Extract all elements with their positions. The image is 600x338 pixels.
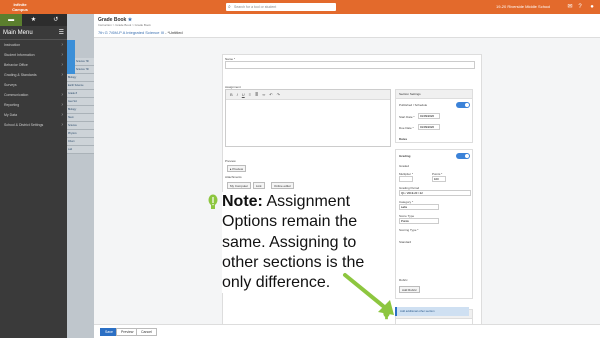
- attach-computer-button[interactable]: My Computer: [227, 182, 252, 189]
- cancel-button[interactable]: Cancel: [136, 328, 157, 336]
- grading-label: Grading: [399, 154, 411, 158]
- sidebar-tabs: ▬ ★ ↺: [0, 14, 67, 26]
- scoring-type-label: Scoring Type *: [399, 228, 419, 232]
- list-item[interactable]: Grade 8: [67, 90, 94, 98]
- standard-label: Standard: [399, 240, 412, 244]
- align-icon[interactable]: ≣: [255, 92, 258, 97]
- underline-icon[interactable]: U: [242, 92, 245, 97]
- attach-link-button[interactable]: Link: [253, 182, 265, 189]
- list-item[interactable]: Chem: [67, 138, 94, 146]
- published-label: Published / Schedule: [399, 103, 428, 107]
- published-toggle[interactable]: [456, 102, 470, 108]
- multiplier-input[interactable]: [399, 176, 413, 182]
- due-date-input[interactable]: 01/09/2020: [418, 124, 440, 130]
- link-icon[interactable]: ∞: [262, 92, 265, 97]
- sidebar: ▬ ★ ↺ Main Menu ☰ Instruction Student In…: [0, 14, 67, 338]
- list-item[interactable]: Earth Science: [67, 82, 94, 90]
- arrow-icon: [343, 273, 394, 315]
- campus-logo[interactable]: Infinite Campus: [6, 2, 34, 12]
- top-bar: Infinite Campus ⌕ Search for a tool or s…: [0, 0, 600, 14]
- sidebar-item-communication[interactable]: Communication: [0, 90, 67, 100]
- list-item[interactable]: Science 7th: [75, 66, 94, 74]
- section-list-panel: Science 7th Science 7th Biology Earth Sc…: [67, 14, 94, 338]
- list-item[interactable]: Geo Sci: [67, 98, 94, 106]
- help-icon[interactable]: ?: [576, 2, 584, 12]
- list-item[interactable]: Biology: [67, 74, 94, 82]
- sidebar-item-reporting[interactable]: Reporting: [0, 100, 67, 110]
- folder-icon[interactable]: ▬: [0, 14, 23, 26]
- search-placeholder: Search for a tool or student: [234, 5, 277, 9]
- bold-icon[interactable]: B: [230, 92, 233, 97]
- start-date-label: Start Date *: [399, 115, 415, 119]
- score-type-select[interactable]: Points: [399, 218, 439, 224]
- footer-bar: Save Preview Cancel: [94, 324, 600, 338]
- section-settings-card: Section Settings Published / Schedule St…: [395, 89, 473, 143]
- list-item[interactable]: Lab: [67, 146, 94, 154]
- lightbulb-small-icon: [383, 310, 390, 320]
- sidebar-item-student-information[interactable]: Student Information: [0, 50, 67, 60]
- section-title: 7th G 7/6M-P A Integrated Science III - …: [98, 30, 183, 35]
- preview-button[interactable]: ▸ Preview: [227, 165, 247, 172]
- list-item[interactable]: Science: [67, 122, 94, 130]
- history-icon[interactable]: ↺: [45, 14, 67, 26]
- preview-label: Preview: [225, 159, 236, 163]
- search-icon: ⌕: [228, 4, 231, 10]
- school-name[interactable]: 19-20 Riverside Middle School: [496, 3, 550, 11]
- undo-icon[interactable]: ↶: [269, 92, 272, 97]
- grading-period-select[interactable]: Q1 / 2019-20 / 22: [399, 190, 471, 196]
- attachments-label: Attachments: [225, 175, 242, 179]
- breadcrumb: Instruction > Grade Book > Grade Book: [98, 23, 151, 27]
- main-menu-title: Main Menu: [3, 29, 33, 36]
- global-search-input[interactable]: ⌕ Search for a tool or student: [226, 3, 336, 11]
- name-input[interactable]: [225, 61, 475, 69]
- assignment-untitled: - *Untitled: [163, 30, 183, 35]
- menu-list-icon[interactable]: ☰: [59, 29, 64, 36]
- star-icon[interactable]: ★: [22, 14, 44, 26]
- section-name[interactable]: 7th G 7/6M-P A Integrated Science III: [98, 30, 164, 35]
- editor-toolbar: B I U ≡ ≣ ∞ ↶ ↷: [226, 90, 390, 100]
- list-item[interactable]: Stem: [67, 114, 94, 122]
- points-input[interactable]: 100: [432, 176, 446, 182]
- assignment-editor[interactable]: B I U ≡ ≣ ∞ ↶ ↷: [225, 89, 391, 147]
- main-menu-header: Main Menu ☰: [0, 26, 67, 40]
- graded-label: Graded: [399, 164, 410, 168]
- sidebar-item-my-data[interactable]: My Data: [0, 110, 67, 120]
- attach-editor-button[interactable]: Online editor: [271, 182, 295, 189]
- sidebar-item-grading[interactable]: Grading & Standards: [0, 70, 67, 80]
- category-select[interactable]: Labs: [399, 204, 439, 210]
- start-date-input[interactable]: 01/09/2020: [418, 113, 440, 119]
- list-item[interactable]: Science 7th: [75, 58, 94, 66]
- sidebar-item-surveys[interactable]: Surveys: [0, 80, 67, 90]
- note-title: Note:: [222, 193, 263, 210]
- lightbulb-icon: [208, 194, 218, 209]
- list-item[interactable]: Physics: [67, 130, 94, 138]
- dates-label: Dates: [399, 137, 408, 141]
- sidebar-item-behavior[interactable]: Behavior Office: [0, 60, 67, 70]
- italic-icon[interactable]: I: [237, 92, 238, 97]
- list-icon[interactable]: ≡: [249, 92, 251, 97]
- card-header: Section Settings: [396, 90, 472, 99]
- message-icon[interactable]: ✉: [566, 2, 574, 12]
- due-date-label: Due Date *: [399, 126, 414, 130]
- grading-toggle[interactable]: [456, 153, 470, 159]
- user-icon[interactable]: ●: [588, 2, 596, 12]
- page-header: Grade Book ★ Instruction > Grade Book > …: [94, 14, 600, 38]
- list-item[interactable]: Biology: [67, 106, 94, 114]
- redo-icon[interactable]: ↷: [277, 92, 280, 97]
- sidebar-item-instruction[interactable]: Instruction: [0, 40, 67, 50]
- sidebar-item-settings[interactable]: School & District Settings: [0, 120, 67, 130]
